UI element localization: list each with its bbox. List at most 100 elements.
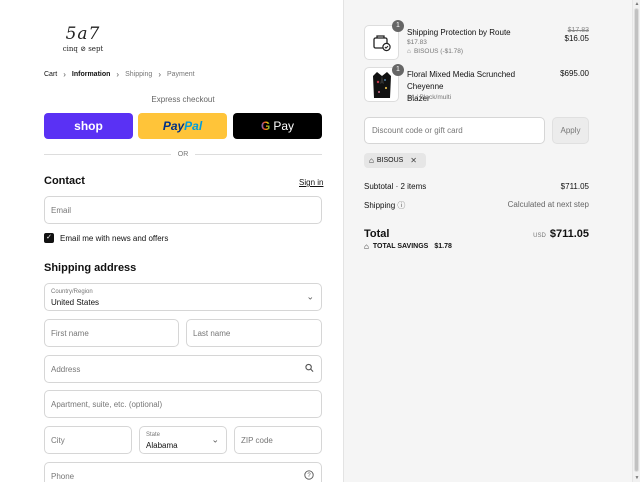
paypal-label-b: Pal [184,119,203,133]
chevron-right-icon: › [158,69,161,79]
item-price: $695.00 [560,69,589,78]
help-circle-icon[interactable]: ? [304,470,314,482]
paypal-label-a: Pay [162,119,185,133]
quantity-badge: 1 [392,20,404,32]
item-name-line1: Floral Mixed Media Scrunched Cheyenne [407,70,516,91]
last-name-field[interactable]: Last name [186,319,322,347]
google-g-icon: G [260,119,271,133]
country-label: Country/Region [51,289,93,295]
svg-text:?: ? [307,473,311,479]
city-placeholder: City [51,435,65,445]
paypal-button[interactable]: Pay Pal [138,113,227,139]
applied-code-text: BISOUS [376,157,404,164]
google-pay-label: Pay [273,119,295,133]
email-placeholder: Email [51,205,72,215]
or-divider: OR [44,149,322,159]
state-label: State [146,432,161,438]
item-new-price: $16.05 [564,34,589,43]
item-name: Shipping Protection by Route [407,28,511,37]
apply-button[interactable]: Apply [552,117,589,144]
chevron-down-icon: ⌄ [306,291,314,302]
shop-pay-label: shop [74,119,103,133]
zip-placeholder: ZIP code [241,435,273,445]
first-name-field[interactable]: First name [44,319,179,347]
discount-code-input[interactable]: Discount code or gift card [364,117,545,144]
tag-icon: ⌂ [369,156,374,165]
city-field[interactable]: City [44,426,132,454]
item-discount: ⌂ BISOUS (-$1.78) [407,48,463,55]
item-variant: 14 / Black/multi [407,94,452,101]
total-value: $711.05 [549,228,589,240]
total-row: Total USD $711.05 [364,224,589,242]
address-field[interactable]: Address [44,355,322,383]
tag-icon: ⌂ [364,242,369,251]
divider-line [44,153,171,155]
newsletter-checkbox[interactable]: ✓ [44,233,54,243]
breadcrumb-payment: Payment [167,70,195,78]
subtotal-value: $711.05 [560,182,589,191]
country-value: United States [51,298,100,307]
scroll-down-arrow-icon[interactable]: ▼ [634,475,640,481]
breadcrumb-shipping: Shipping [125,70,153,78]
help-circle-icon[interactable]: ⓘ [397,201,405,210]
total-savings: ⌂ TOTAL SAVINGS $1.78 [364,242,452,251]
shipping-value: Calculated at next step [507,200,589,209]
savings-label: TOTAL SAVINGS [372,243,429,250]
scroll-up-arrow-icon[interactable]: ▲ [634,1,640,7]
breadcrumb: Cart › Information › Shipping › Payment [44,69,195,79]
zip-field[interactable]: ZIP code [234,426,322,454]
first-name-placeholder: First name [51,328,89,338]
divider-line [195,153,322,155]
country-select[interactable]: Country/Region United States ⌄ [44,283,322,311]
savings-value: $1.78 [434,243,452,250]
last-name-placeholder: Last name [193,328,231,338]
subtotal-label: Subtotal · 2 items [364,182,427,191]
express-checkout-label: Express checkout [151,95,215,104]
store-logo[interactable]: 5a7 cinq ⊘ sept [60,26,106,56]
remove-discount-icon[interactable]: ✕ [410,156,417,165]
item-unit-price: $17.83 [407,39,427,46]
checkout-form-pane: 5a7 cinq ⊘ sept Cart › Information › Shi… [0,0,343,482]
item-old-price: $17.83 [567,27,589,34]
newsletter-label: Email me with news and offers [60,234,169,243]
search-icon [305,363,314,375]
applied-discount-tag: ⌂ BISOUS ✕ [364,153,426,168]
apartment-placeholder: Apartment, suite, etc. (optional) [51,399,163,409]
logo-mark: 5a7 [65,24,101,44]
chevron-down-icon: ⌄ [211,434,219,445]
contact-heading: Contact [44,175,85,187]
order-item: 1 Shipping Protection by Route $17.83 ⌂ B… [364,20,589,61]
phone-field[interactable]: Phone ? [44,462,322,482]
item-price: $17.83 $16.05 [565,27,589,43]
email-field[interactable]: Email [44,196,322,224]
item-discount-text: BISOUS (-$1.78) [413,48,464,55]
scrollbar-thumb[interactable] [634,8,639,472]
currency-code: USD [533,233,546,239]
shipping-label-group: Shipping ⓘ [364,200,405,211]
or-text: OR [177,150,189,158]
breadcrumb-information: Information [71,70,111,78]
shop-pay-button[interactable]: shop [44,113,133,139]
total-label: Total [364,228,390,240]
chevron-right-icon: › [63,69,66,79]
order-item: 1 Floral Mixed Media Scrunched Cheyenne B… [364,64,589,103]
shipping-address-heading: Shipping address [44,262,137,274]
quantity-badge: 1 [392,64,404,76]
sign-in-link[interactable]: Sign in [299,178,323,187]
address-placeholder: Address [51,364,81,374]
phone-placeholder: Phone [51,471,75,481]
logo-wordmark: cinq ⊘ sept [62,45,104,53]
subtotal-row: Subtotal · 2 items $711.05 [364,182,589,191]
breadcrumb-cart[interactable]: Cart [44,71,57,78]
state-select[interactable]: State Alabama ⌄ [139,426,227,454]
page-scrollbar[interactable]: ▲ ▼ [632,0,640,482]
chevron-right-icon: › [116,69,120,79]
checkout-page: 5a7 cinq ⊘ sept Cart › Information › Shi… [0,0,640,482]
shipping-row: Shipping ⓘ Calculated at next step [364,200,589,211]
state-value: Alabama [146,441,178,450]
google-pay-button[interactable]: G Pay [233,113,322,139]
tag-icon: ⌂ [407,48,411,55]
apartment-field[interactable]: Apartment, suite, etc. (optional) [44,390,322,418]
discount-placeholder: Discount code or gift card [372,126,463,135]
shipping-label: Shipping [364,201,396,210]
